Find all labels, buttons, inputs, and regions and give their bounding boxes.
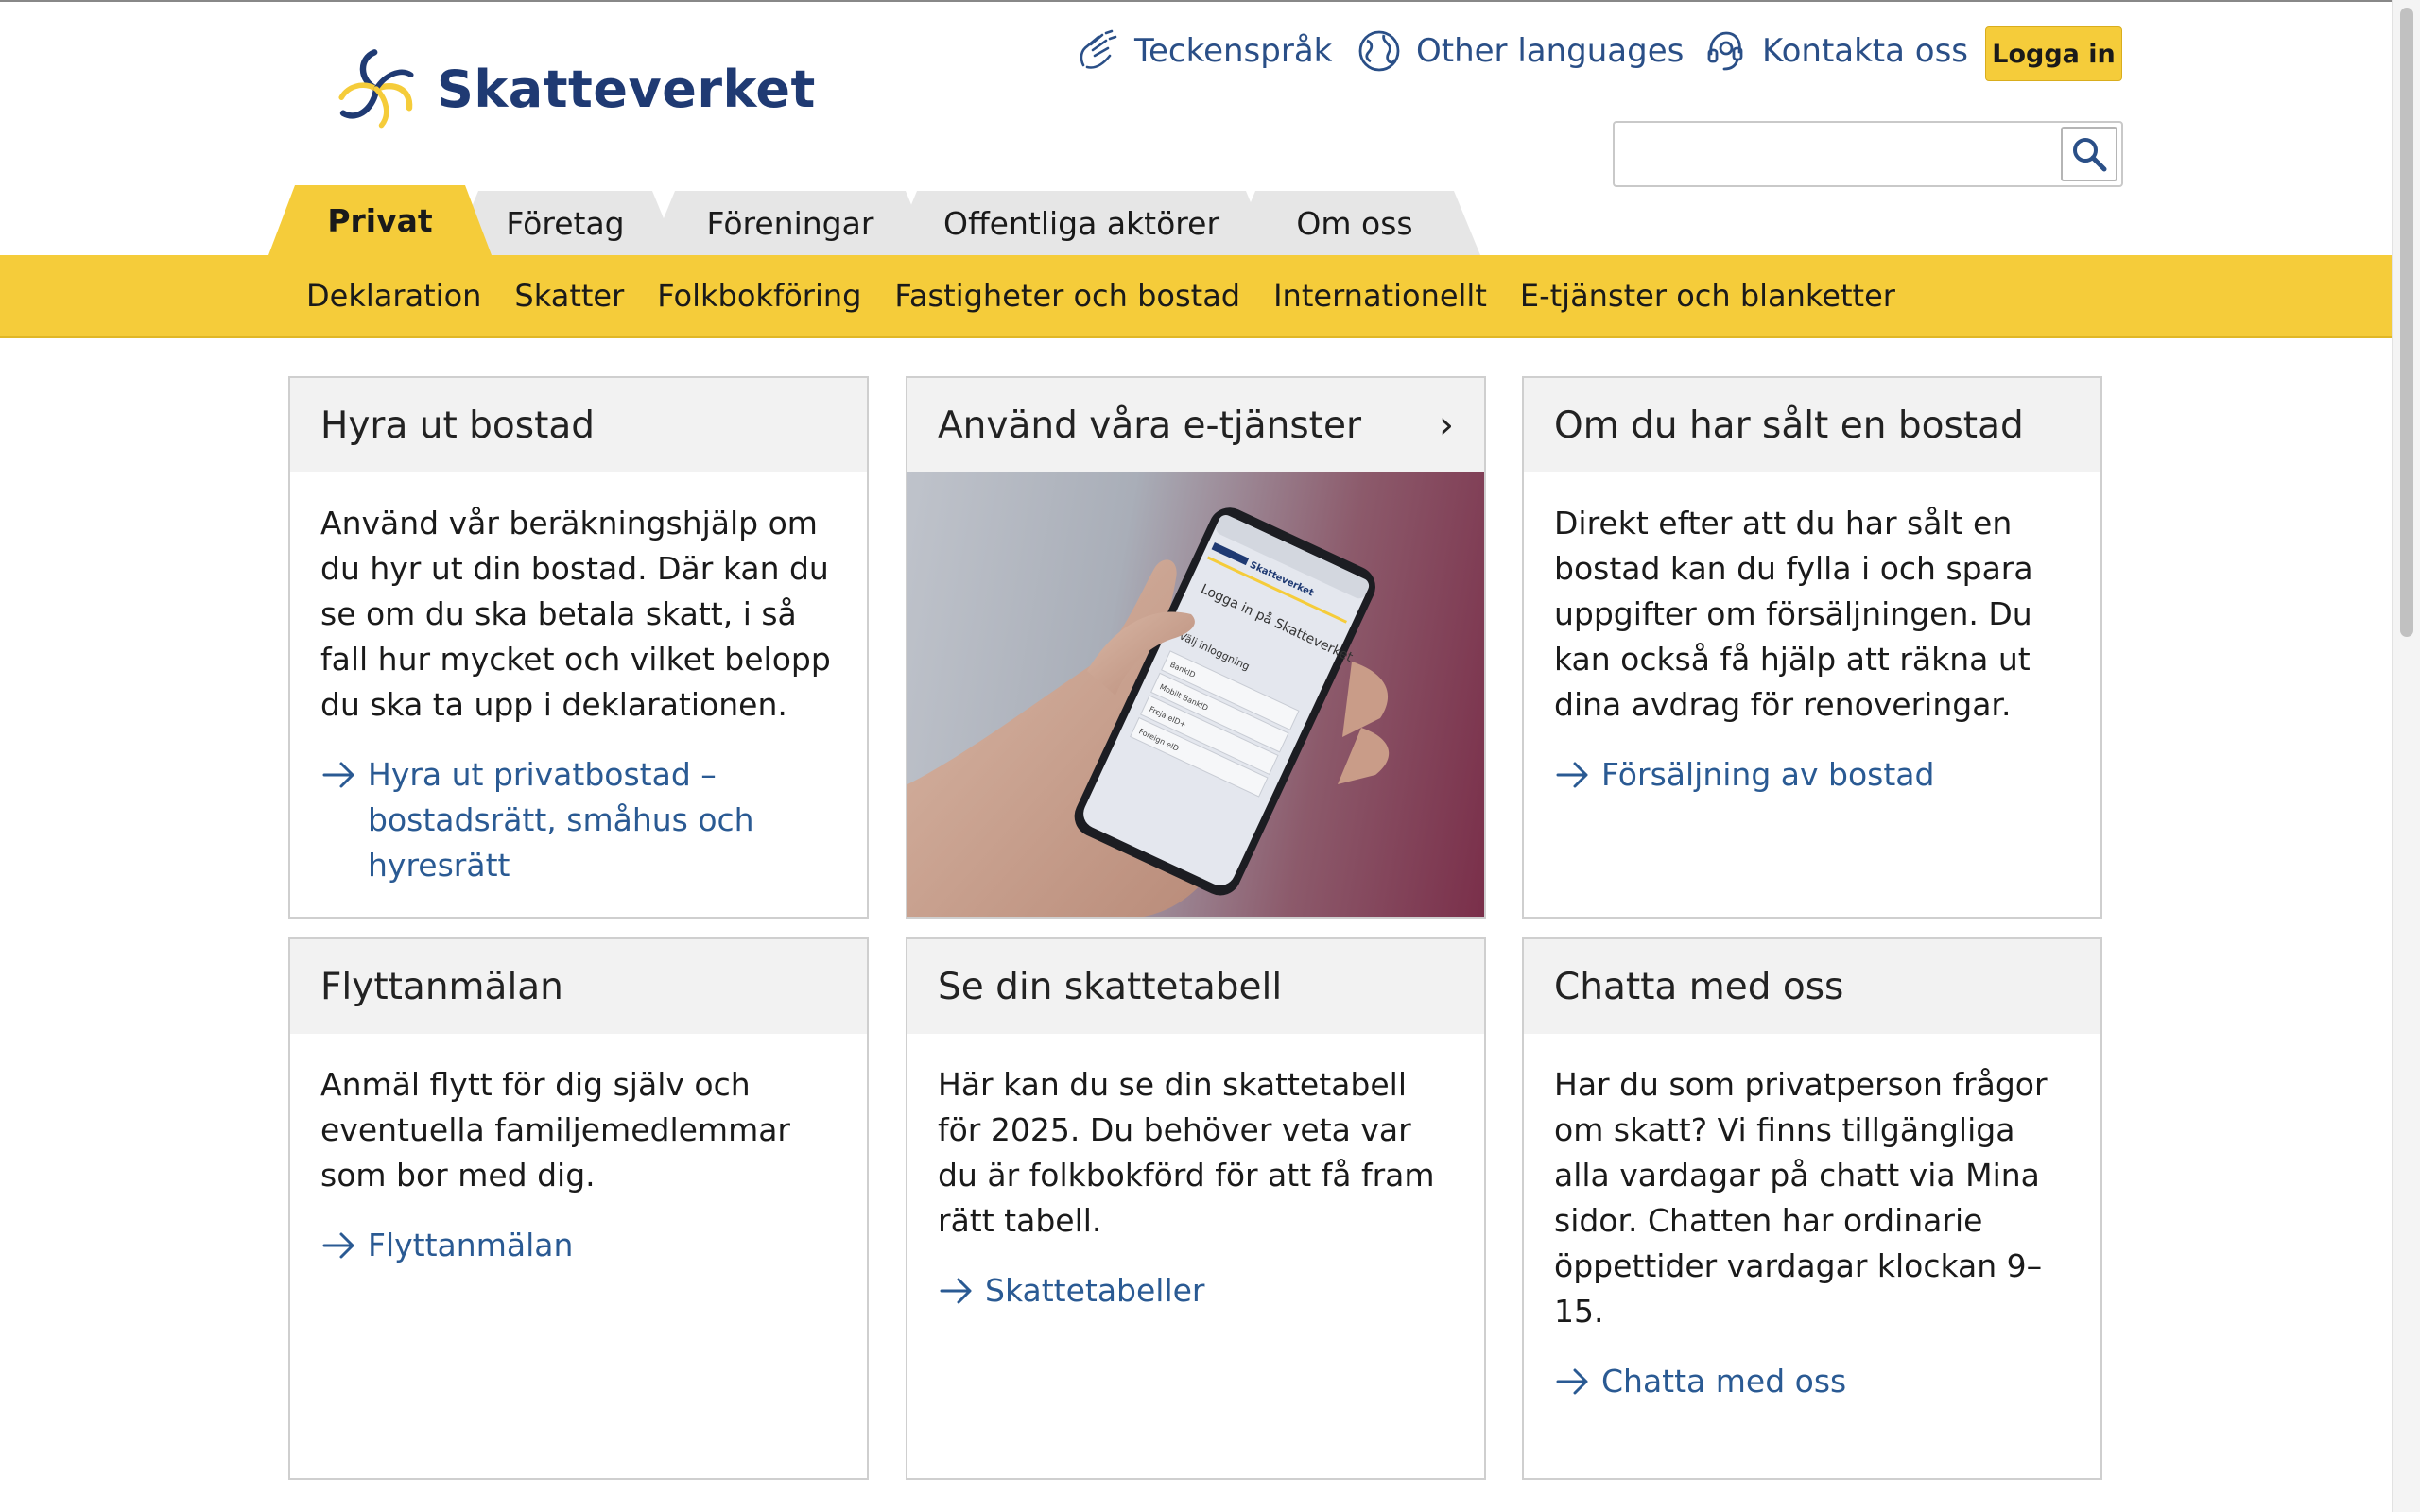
- arrow-right-icon: [940, 1278, 972, 1304]
- vertical-scrollbar[interactable]: [2392, 0, 2420, 1512]
- subnav-folkbokforing[interactable]: Folkbokföring: [657, 278, 861, 314]
- card-link-label: Försäljning av bostad: [1601, 756, 1935, 793]
- arrow-right-icon: [1556, 762, 1588, 788]
- card-anvand-vara-e-tjanster[interactable]: Använd våra e-tjänster › Skatteverket Lo…: [906, 376, 1486, 919]
- login-button[interactable]: Logga in: [1985, 26, 2122, 81]
- card-text: Här kan du se din skattetabell för 2025.…: [938, 1066, 1435, 1239]
- card-title: Flyttanmälan: [290, 939, 867, 1034]
- card-text: Direkt efter att du har sålt en bostad k…: [1554, 505, 2033, 723]
- sign-language-hands-icon: [1080, 29, 1117, 69]
- card-title: Om du har sålt en bostad: [1524, 378, 2100, 472]
- arrow-right-icon: [322, 1232, 354, 1259]
- subnav-e-tjanster-och-blanketter[interactable]: E-tjänster och blanketter: [1520, 278, 1895, 314]
- audience-tabs: Om oss Offentliga aktörer Föreningar För…: [0, 185, 2420, 255]
- arrow-right-icon: [1556, 1368, 1588, 1395]
- arrow-right-icon: [322, 762, 354, 788]
- card-title: Se din skattetabell: [908, 939, 1484, 1034]
- subnav-deklaration[interactable]: Deklaration: [306, 278, 481, 314]
- card-link[interactable]: Försäljning av bostad: [1554, 752, 2070, 798]
- chevron-right-icon: ›: [1439, 404, 1454, 447]
- phone-illustration: Skatteverket Logga in på Skatteverket Vä…: [908, 507, 1390, 917]
- search-input[interactable]: [1624, 129, 2040, 180]
- sign-language-label: Teckenspråk: [1134, 32, 1333, 70]
- card-text: Använd vår beräkningshjälp om du hyr ut …: [320, 505, 831, 723]
- card-link-label: Skattetabeller: [985, 1272, 1205, 1309]
- card-text: Anmäl flytt för dig själv och eventuella…: [320, 1066, 790, 1194]
- card-link[interactable]: Hyra ut privatbostad – bostadsrätt, småh…: [320, 752, 837, 888]
- globe-icon: [1358, 30, 1400, 72]
- card-link[interactable]: Skattetabeller: [938, 1268, 1454, 1314]
- card-text: Har du som privatperson frågor om skatt?…: [1554, 1066, 2048, 1330]
- tab-privat[interactable]: Privat: [268, 185, 492, 255]
- sign-language-link[interactable]: Teckenspråk: [1074, 25, 1332, 77]
- card-title: Chatta med oss: [1524, 939, 2100, 1034]
- subnav-internationellt[interactable]: Internationellt: [1273, 278, 1487, 314]
- card-link[interactable]: Flyttanmälan: [320, 1223, 837, 1268]
- card-title: Hyra ut bostad: [290, 378, 867, 472]
- sub-navigation: Deklaration Skatter Folkbokföring Fastig…: [0, 255, 2392, 338]
- card-chatta-med-oss: Chatta med oss Har du som privatperson f…: [1522, 937, 2102, 1480]
- card-link[interactable]: Chatta med oss: [1554, 1359, 2070, 1404]
- search-button[interactable]: [2061, 127, 2118, 181]
- card-title: Använd våra e-tjänster: [938, 404, 1362, 447]
- subnav-fastigheter-och-bostad[interactable]: Fastigheter och bostad: [894, 278, 1240, 314]
- contact-headset-icon: [1707, 31, 1743, 71]
- other-languages-link[interactable]: Other languages: [1356, 25, 1684, 77]
- search-icon: [2073, 138, 2107, 172]
- subnav-skatter[interactable]: Skatter: [514, 278, 624, 314]
- card-hyra-ut-bostad: Hyra ut bostad Använd vår beräkningshjäl…: [288, 376, 869, 919]
- card-link-label: Hyra ut privatbostad – bostadsrätt, småh…: [368, 756, 754, 884]
- card-header: Använd våra e-tjänster ›: [908, 378, 1484, 472]
- contact-label: Kontakta oss: [1762, 32, 1969, 70]
- scrollbar-thumb[interactable]: [2400, 8, 2413, 637]
- window-top-border: [0, 0, 2420, 2]
- search-box: [1613, 121, 2123, 187]
- other-languages-label: Other languages: [1416, 32, 1685, 70]
- tab-offentliga-aktorer[interactable]: Offentliga aktörer: [890, 191, 1272, 255]
- tab-foreningar[interactable]: Föreningar: [648, 191, 932, 255]
- card-om-du-har-salt-en-bostad: Om du har sålt en bostad Direkt efter at…: [1522, 376, 2102, 919]
- card-flyttanmalan: Flyttanmälan Anmäl flytt för dig själv o…: [288, 937, 869, 1480]
- card-link-label: Chatta med oss: [1601, 1363, 1847, 1400]
- card-link-label: Flyttanmälan: [368, 1227, 574, 1263]
- contact-link[interactable]: Kontakta oss: [1702, 25, 1968, 77]
- card-se-din-skattetabell: Se din skattetabell Här kan du se din sk…: [906, 937, 1486, 1480]
- phone-in-hand-photo: Skatteverket Logga in på Skatteverket Vä…: [908, 472, 1484, 917]
